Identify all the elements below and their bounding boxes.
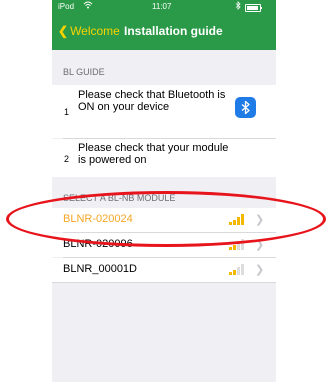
guide-step-number: 1 <box>64 107 70 117</box>
back-button-label: Welcome <box>70 24 120 38</box>
modules-section-title: SELECT A BL-NB MODULE <box>63 193 176 203</box>
guide-step-1: 1 Please check that Bluetooth is ON on y… <box>52 85 276 138</box>
guide-step-text: Please check that Bluetooth is ON on you… <box>78 89 226 113</box>
guide-section-title: BL GUIDE <box>63 67 105 77</box>
status-bar: iPod 11:07 <box>52 0 276 14</box>
module-row[interactable]: BLNR-020024 ❯ <box>52 208 276 232</box>
module-name: BLNR-020024 <box>63 213 133 225</box>
carrier-label: iPod <box>58 2 75 11</box>
page-title: Installation guide <box>124 24 223 38</box>
signal-strength-icon <box>229 264 247 275</box>
bluetooth-status-icon <box>235 1 241 12</box>
phone-screen: iPod 11:07 ❮ Welcome Installation guide B… <box>52 0 276 382</box>
chevron-right-icon: ❯ <box>255 214 265 226</box>
module-row[interactable]: BLNR-020096 ❯ <box>52 233 276 257</box>
bluetooth-icon <box>235 97 256 118</box>
guide-step-number: 2 <box>64 154 70 164</box>
nav-bar: ❮ Welcome Installation guide <box>52 21 276 43</box>
chevron-right-icon: ❯ <box>255 239 265 251</box>
wifi-icon <box>83 1 93 11</box>
module-name: BLNR_00001D <box>63 263 137 275</box>
module-row[interactable]: BLNR_00001D ❯ <box>52 258 276 282</box>
battery-icon <box>245 4 262 12</box>
chevron-right-icon: ❯ <box>255 264 265 276</box>
guide-step-text: Please check that your module is powered… <box>78 142 229 166</box>
guide-step-2: 2 Please check that your module is power… <box>52 139 276 177</box>
app-header: iPod 11:07 ❮ Welcome Installation guide <box>52 0 276 50</box>
back-button[interactable]: ❮ Welcome <box>58 24 120 38</box>
signal-strength-icon <box>229 214 247 225</box>
status-time: 11:07 <box>152 2 172 11</box>
chevron-left-icon: ❮ <box>58 24 69 38</box>
divider <box>52 282 276 283</box>
module-name: BLNR-020096 <box>63 238 133 250</box>
signal-strength-icon <box>229 239 247 250</box>
